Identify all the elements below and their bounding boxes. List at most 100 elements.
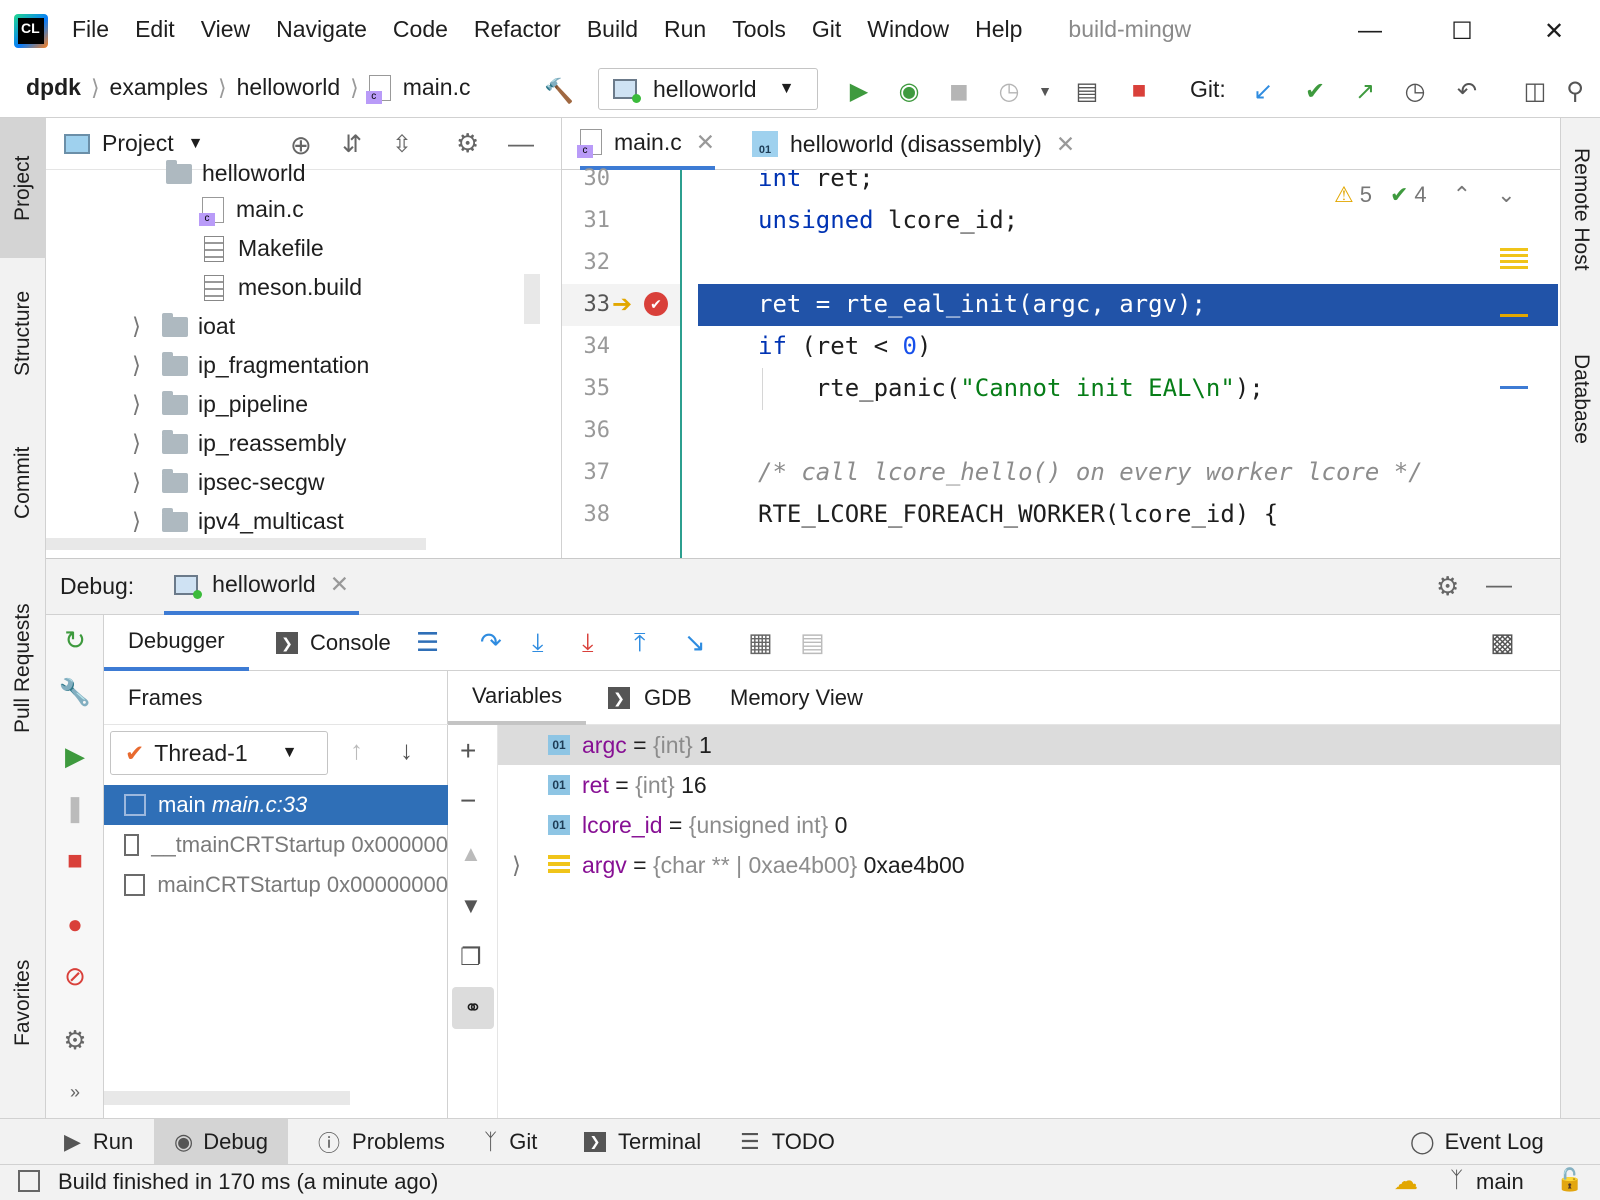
- tab-console[interactable]: ❯ Console: [276, 615, 391, 671]
- menu-code[interactable]: Code: [393, 16, 448, 43]
- frame-row-main[interactable]: main main.c:33: [104, 785, 448, 825]
- git-branch-widget[interactable]: main: [1476, 1169, 1524, 1195]
- tree-item-ip-reassembly[interactable]: ⟩ ip_reassembly: [132, 429, 346, 457]
- hide-icon[interactable]: —: [508, 128, 534, 159]
- step-over-icon[interactable]: ↷: [480, 627, 502, 658]
- chevron-right-icon[interactable]: ⟩: [512, 852, 548, 879]
- gear-icon[interactable]: ⚙: [1436, 571, 1459, 602]
- tool-tab-event-log[interactable]: ◯ Event Log: [1410, 1119, 1544, 1165]
- layout-menu-icon[interactable]: ☰: [416, 627, 439, 658]
- git-push-icon[interactable]: ↗: [1350, 76, 1380, 106]
- tab-disassembly[interactable]: 01 helloworld (disassembly) ✕: [752, 118, 1075, 170]
- breadcrumb-helloworld[interactable]: helloworld: [237, 74, 341, 101]
- resume-icon[interactable]: ▶: [60, 741, 90, 771]
- force-step-into-icon[interactable]: ⤓: [582, 627, 594, 659]
- tool-tab-todo[interactable]: ☰ TODO: [740, 1119, 835, 1165]
- view-breakpoints-icon[interactable]: ●: [60, 909, 90, 939]
- chevron-right-icon[interactable]: ⟩: [132, 391, 162, 418]
- search-icon[interactable]: ⚲: [1560, 76, 1590, 106]
- tool-tab-problems[interactable]: ⓘ Problems: [318, 1119, 445, 1165]
- tree-item-helloworld[interactable]: helloworld: [166, 159, 306, 187]
- tool-tab-git[interactable]: ᛉ Git: [484, 1119, 537, 1165]
- hide-icon[interactable]: —: [1486, 569, 1512, 600]
- tree-item-makefile[interactable]: Makefile: [204, 235, 324, 262]
- frame-down-icon[interactable]: ↓: [400, 735, 413, 766]
- toggle-tool-windows-icon[interactable]: [18, 1170, 40, 1192]
- restore-layout-icon[interactable]: ▩: [1490, 627, 1515, 658]
- code-line[interactable]: /* call lcore_hello() on every worker lc…: [758, 458, 1423, 486]
- chevron-down-icon[interactable]: ⌄: [1497, 182, 1515, 208]
- frame-row-maincrtstartup[interactable]: mainCRTStartup 0x00000000: [104, 865, 448, 905]
- stripe-remote-host[interactable]: Remote Host: [1561, 148, 1600, 328]
- menu-tools[interactable]: Tools: [732, 16, 786, 43]
- close-tab-icon[interactable]: ✕: [1056, 131, 1075, 158]
- move-up-icon[interactable]: ▲: [460, 841, 482, 867]
- stripe-project[interactable]: Project: [0, 118, 46, 258]
- variable-row-lcore-id[interactable]: 01 lcore_id = {unsigned int} 0: [548, 805, 847, 845]
- locate-icon[interactable]: ⊕: [290, 130, 312, 161]
- close-icon[interactable]: ✕: [1508, 0, 1600, 62]
- update-icon[interactable]: ☁: [1394, 1167, 1418, 1196]
- inspection-widget[interactable]: ⚠ 5 ✔ 4 ⌃ ⌄: [1334, 182, 1516, 208]
- chevron-right-icon[interactable]: ⟩: [132, 352, 162, 379]
- menu-git[interactable]: Git: [812, 16, 841, 43]
- run-config-select[interactable]: helloworld ▼: [598, 68, 818, 110]
- tree-item-ip-pipeline[interactable]: ⟩ ip_pipeline: [132, 390, 308, 418]
- error-stripe-marker[interactable]: [1500, 314, 1528, 317]
- code-line[interactable]: ret = rte_eal_init(argc, argv);: [758, 290, 1206, 318]
- evaluate-icon[interactable]: ▦: [748, 627, 773, 658]
- stripe-database[interactable]: Database: [1561, 354, 1600, 494]
- menu-navigate[interactable]: Navigate: [276, 16, 367, 43]
- duplicate-icon[interactable]: ❐: [460, 943, 482, 972]
- tab-main-c[interactable]: main.c ✕: [577, 118, 716, 170]
- stripe-structure[interactable]: Structure: [0, 268, 46, 398]
- chevron-right-icon[interactable]: ⟩: [132, 313, 162, 340]
- frame-row-tmaincrtstartup[interactable]: __tmainCRTStartup 0x000000: [104, 825, 448, 865]
- variable-row-argc[interactable]: 01 argc = {int} 1: [548, 725, 712, 765]
- tree-item-meson-build[interactable]: meson.build: [204, 274, 362, 301]
- chevron-down-icon[interactable]: ▼: [1030, 76, 1060, 106]
- expand-all-icon[interactable]: ⇵: [342, 130, 362, 159]
- stop-icon[interactable]: ■: [60, 845, 90, 875]
- menu-file[interactable]: File: [72, 16, 109, 43]
- menu-window[interactable]: Window: [867, 16, 949, 43]
- rollback-icon[interactable]: ↶: [1452, 76, 1482, 106]
- menu-edit[interactable]: Edit: [135, 16, 175, 43]
- glasses-icon[interactable]: ⚭: [452, 987, 494, 1029]
- debug-bug-icon[interactable]: ◉: [894, 76, 924, 106]
- minimize-icon[interactable]: —: [1324, 0, 1416, 62]
- vertical-scrollbar[interactable]: [524, 274, 540, 324]
- tree-item-ipsec-secgw[interactable]: ⟩ ipsec-secgw: [132, 468, 325, 496]
- error-stripe-marker[interactable]: [1500, 248, 1528, 270]
- collapse-all-icon[interactable]: ⇳: [392, 130, 412, 159]
- tab-memory-view[interactable]: Memory View: [730, 671, 863, 725]
- stripe-commit[interactable]: Commit: [0, 418, 46, 548]
- chevron-right-icon[interactable]: ⟩: [132, 469, 162, 496]
- step-into-icon[interactable]: ⤓: [532, 627, 544, 659]
- tab-variables[interactable]: Variables: [448, 671, 587, 725]
- run-to-cursor-icon[interactable]: ↘: [684, 627, 706, 658]
- menu-refactor[interactable]: Refactor: [474, 16, 561, 43]
- breadcrumb-examples[interactable]: examples: [110, 74, 208, 101]
- tree-item-ip-fragmentation[interactable]: ⟩ ip_fragmentation: [132, 351, 369, 379]
- menu-help[interactable]: Help: [975, 16, 1022, 43]
- menu-build[interactable]: Build: [587, 16, 638, 43]
- stop-icon[interactable]: ■: [1124, 76, 1154, 106]
- code-line[interactable]: unsigned lcore_id;: [758, 206, 1018, 234]
- menu-run[interactable]: Run: [664, 16, 706, 43]
- debug-session-tab[interactable]: helloworld ✕: [164, 559, 360, 615]
- close-tab-icon[interactable]: ✕: [330, 571, 349, 598]
- tool-tab-debug[interactable]: ◉ Debug: [154, 1119, 289, 1165]
- git-update-icon[interactable]: ↙: [1248, 76, 1278, 106]
- project-view-title[interactable]: Project: [102, 130, 174, 157]
- frame-up-icon[interactable]: ↑: [350, 735, 363, 766]
- breadcrumb-file[interactable]: main.c: [403, 74, 471, 101]
- tab-gdb[interactable]: ❯ GDB: [608, 671, 692, 725]
- rerun-icon[interactable]: ↻: [60, 625, 90, 655]
- step-out-icon[interactable]: ⤒: [634, 627, 646, 659]
- coverage-icon[interactable]: ◼: [944, 76, 974, 106]
- code-line[interactable]: RTE_LCORE_FOREACH_WORKER(lcore_id) {: [758, 500, 1278, 528]
- variable-row-ret[interactable]: 01 ret = {int} 16: [548, 765, 707, 805]
- run-icon[interactable]: ▶: [844, 76, 874, 106]
- close-tab-icon[interactable]: ✕: [696, 129, 715, 156]
